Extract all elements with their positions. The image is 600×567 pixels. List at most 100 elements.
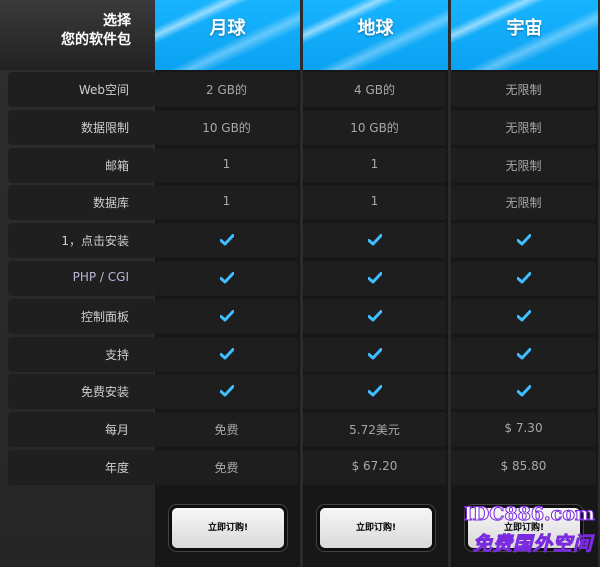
plan-feature-cell [451, 336, 596, 372]
plan-feature-cell [155, 223, 298, 259]
checkmark-icon [367, 234, 382, 246]
plan-feature-cell [303, 261, 446, 296]
checkmark-icon [219, 309, 234, 322]
feature-label-cell: 数据库 [8, 185, 155, 221]
order-button-earth[interactable]: 立即订购! [317, 505, 435, 551]
plan-feature-value: $ 67.20 [351, 459, 398, 473]
plan-feature-cell [451, 223, 596, 259]
checkmark-icon [516, 385, 531, 397]
plan-feature-value: 1 [222, 156, 231, 171]
plan-feature-value: 2 GB的 [206, 83, 247, 97]
plan-feature-cell: $ 67.20 [303, 450, 446, 485]
plan-feature-cell [303, 374, 446, 410]
feature-label-cell: 免费安装 [8, 374, 155, 410]
feature-label: 数据库 [92, 196, 129, 211]
plan-feature-value: 1 [370, 194, 379, 209]
feature-row: 控制面板 [8, 298, 598, 334]
plan-feature-value: $ 7.30 [504, 421, 543, 436]
feature-label: 支持 [104, 347, 129, 362]
checkmark-icon [516, 347, 531, 360]
plan-feature-value: 1 [370, 156, 379, 171]
plan-feature-cell: 无限制 [451, 147, 596, 183]
plan-feature-value: 4 GB的 [354, 83, 395, 97]
checkmark-icon [516, 234, 531, 246]
order-button-moon[interactable]: 立即订购! [169, 505, 287, 551]
plan-feature-value: 1 [222, 194, 231, 209]
plan-feature-cell: $ 7.30 [451, 412, 596, 448]
plan-feature-cell [155, 298, 298, 334]
feature-label: 每月 [104, 423, 129, 438]
plan-feature-cell [155, 261, 298, 296]
feature-label: 邮箱 [104, 158, 129, 173]
plan-feature-cell: 免费 [155, 412, 298, 448]
feature-row: 每月 免费 5.72美元 $ 7.30 [8, 412, 598, 448]
plan-name: 地球 [357, 18, 394, 39]
feature-label-cell: 1，点击安装 [8, 223, 155, 259]
plan-feature-value: $ 85.80 [500, 459, 547, 473]
plan-feature-cell: 10 GB的 [155, 109, 298, 145]
feature-label-cell: 支持 [8, 336, 155, 372]
checkmark-icon [367, 385, 382, 397]
feature-label: 免费安装 [80, 385, 129, 400]
watermark: IDC886.com 免费国外空间 [449, 503, 597, 559]
feature-row: 数据库 1 1 无限制 [8, 185, 598, 221]
feature-row: PHP / CGI [8, 261, 598, 296]
plan-feature-cell [451, 298, 596, 334]
feature-label-cell: 控制面板 [8, 298, 155, 334]
plan-name: 月球 [209, 18, 246, 39]
feature-row: 支持 [8, 336, 598, 372]
feature-row: 邮箱 1 1 无限制 [8, 147, 598, 183]
plan-feature-cell: 2 GB的 [155, 72, 298, 107]
plan-feature-cell [155, 374, 298, 410]
checkmark-icon [219, 272, 234, 284]
plan-feature-cell: 1 [155, 185, 298, 221]
plan-feature-cell: 1 [303, 147, 446, 183]
table-title: 选择 您的软件包 [0, 0, 155, 70]
plan-feature-value: 10 GB的 [202, 120, 251, 135]
feature-label-cell: 每月 [8, 412, 155, 448]
watermark-url: IDC886.com [463, 503, 595, 526]
feature-row: 免费安装 [8, 374, 598, 410]
checkmark-icon [516, 309, 531, 322]
checkmark-icon [367, 272, 382, 284]
plan-feature-value: 无限制 [505, 120, 542, 135]
checkmark-icon [367, 347, 382, 360]
plan-feature-cell [303, 298, 446, 334]
plan-feature-value: 5.72美元 [349, 423, 400, 438]
feature-row: 1，点击安装 [8, 223, 598, 259]
plan-header-earth: 地球 [303, 0, 448, 70]
plan-feature-value: 无限制 [505, 196, 542, 211]
plan-feature-cell: 无限制 [451, 72, 596, 107]
plan-feature-cell: 5.72美元 [303, 412, 446, 448]
feature-label: PHP / CGI [72, 270, 129, 284]
feature-label: 控制面板 [80, 309, 129, 324]
plan-feature-value: 10 GB的 [350, 120, 399, 135]
feature-label-cell: 年度 [8, 450, 155, 485]
plan-feature-cell: 无限制 [451, 185, 596, 221]
title-line-1: 选择 [103, 13, 131, 29]
plan-feature-cell: 1 [303, 185, 446, 221]
feature-label: Web空间 [78, 83, 129, 97]
plan-feature-cell [303, 336, 446, 372]
plan-feature-cell: 10 GB的 [303, 109, 446, 145]
plan-feature-cell [451, 374, 596, 410]
plan-feature-value: 无限制 [505, 83, 542, 97]
checkmark-icon [219, 234, 234, 246]
plan-feature-cell: 无限制 [451, 109, 596, 145]
plan-name: 宇宙 [506, 18, 543, 39]
plan-feature-cell [303, 223, 446, 259]
plan-feature-cell: 4 GB的 [303, 72, 446, 107]
plan-feature-cell [155, 336, 298, 372]
feature-label-cell: 邮箱 [8, 147, 155, 183]
title-line-2: 您的软件包 [61, 32, 131, 48]
feature-label: 1，点击安装 [61, 234, 129, 249]
plan-feature-value: 无限制 [505, 158, 542, 173]
plan-feature-cell: 1 [155, 147, 298, 183]
feature-label: 年度 [104, 461, 129, 475]
feature-label-cell: Web空间 [8, 72, 155, 107]
plan-feature-cell [451, 261, 596, 296]
feature-label-cell: PHP / CGI [8, 261, 155, 296]
feature-label: 数据限制 [80, 120, 129, 135]
feature-label-cell: 数据限制 [8, 109, 155, 145]
feature-row: 年度 免费 $ 67.20 $ 85.80 [8, 450, 598, 485]
